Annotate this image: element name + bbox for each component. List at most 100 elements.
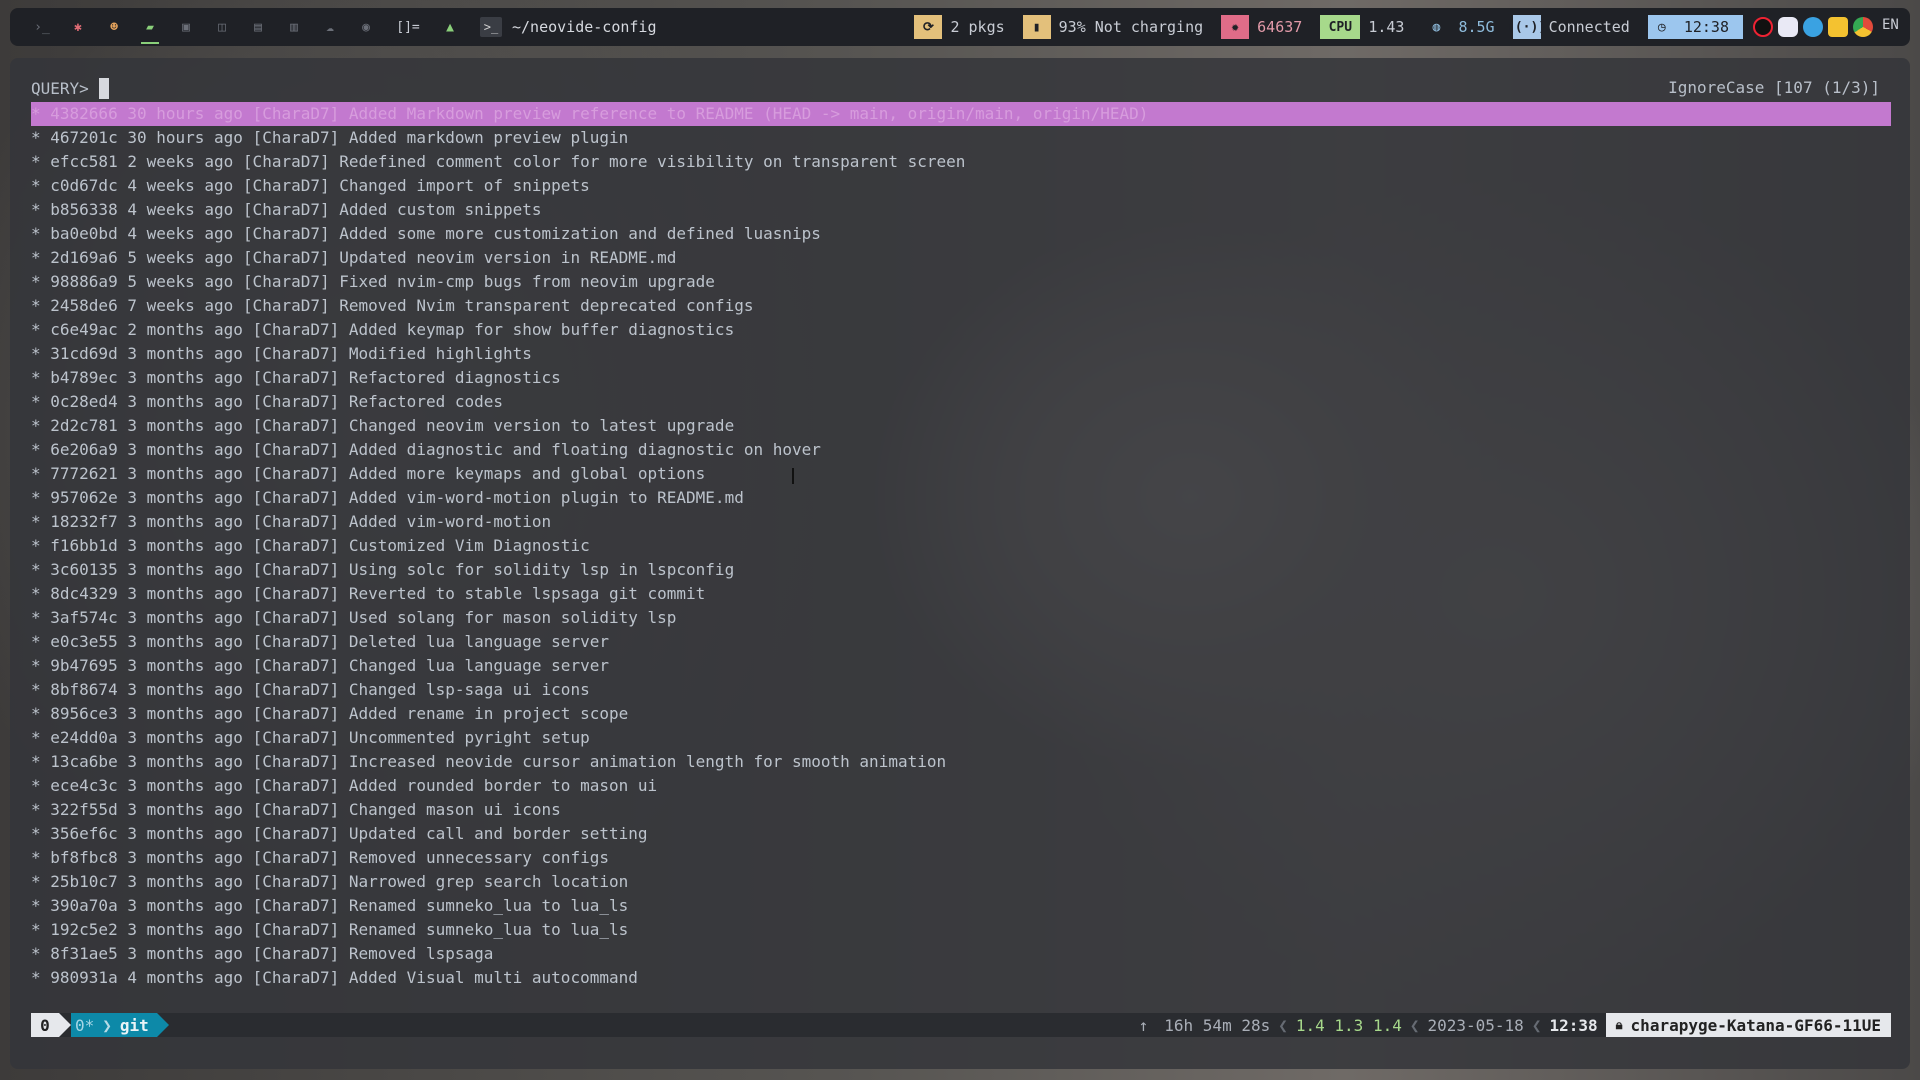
memory-module[interactable]: ◍ 8.5G [1422, 15, 1502, 39]
commit-row[interactable]: * b4789ec 3 months ago [CharaD7] Refacto… [31, 366, 1891, 390]
commit-row[interactable]: * 192c5e2 3 months ago [CharaD7] Renamed… [31, 918, 1891, 942]
commit-row[interactable]: * 2d169a6 5 weeks ago [CharaD7] Updated … [31, 246, 1891, 270]
commit-row[interactable]: * bf8fbc8 3 months ago [CharaD7] Removed… [31, 846, 1891, 870]
commit-row[interactable]: * ba0e0bd 4 weeks ago [CharaD7] Added so… [31, 222, 1891, 246]
commit-row[interactable]: * 0c28ed4 3 months ago [CharaD7] Refacto… [31, 390, 1891, 414]
package-count: 2 pkgs [950, 18, 1005, 36]
chrome-tray-icon[interactable] [1853, 17, 1873, 37]
clock-module[interactable]: ◷ 12:38 [1647, 15, 1743, 39]
commit-row[interactable]: * 322f55d 3 months ago [CharaD7] Changed… [31, 798, 1891, 822]
commit-row[interactable]: * 8bf8674 3 months ago [CharaD7] Changed… [31, 678, 1891, 702]
commit-row[interactable]: * 390a70a 3 months ago [CharaD7] Renamed… [31, 894, 1891, 918]
commit-row[interactable]: * 25b10c7 3 months ago [CharaD7] Narrowe… [31, 870, 1891, 894]
commit-row[interactable]: * e0c3e55 3 months ago [CharaD7] Deleted… [31, 630, 1891, 654]
query-label: QUERY> [31, 79, 89, 98]
tmux-window-name: git [119, 1015, 149, 1035]
wifi-icon: ((·)) [1507, 15, 1546, 39]
tmux-status-bar: 0 0* ❯ git ↑ 16h 54m 28s ❮ 1.4 1.3 1.4 ❮… [31, 1013, 1891, 1037]
temperature-value: 64637 [1257, 18, 1303, 36]
window-title: ~/neovide-config [512, 18, 657, 36]
memory-icon: ◍ [1432, 19, 1441, 35]
workspace-4-folder-icon[interactable]: ▰ [139, 16, 161, 44]
commit-row[interactable]: * e24dd0a 3 months ago [CharaD7] Uncomme… [31, 726, 1891, 750]
battery-status: 93% Not charging [1058, 18, 1204, 36]
workspace-3-icon[interactable]: ☻ [103, 16, 125, 38]
lock-icon: 🔒︎ [1615, 1017, 1623, 1033]
memory-value: 8.5G [1458, 18, 1495, 36]
commit-row[interactable]: * 13ca6be 3 months ago [CharaD7] Increas… [31, 750, 1891, 774]
network-module[interactable]: ((·)) Connected [1507, 15, 1638, 39]
commit-row[interactable]: * 9b47695 3 months ago [CharaD7] Changed… [31, 654, 1891, 678]
tmux-window-tab[interactable]: 0* ❯ git [71, 1013, 157, 1037]
query-prompt[interactable]: QUERY> [31, 78, 109, 99]
package-updates-module[interactable]: ⟳ 2 pkgs [914, 15, 1012, 39]
commit-row[interactable]: * 356ef6c 3 months ago [CharaD7] Updated… [31, 822, 1891, 846]
hostname-badge: 🔒︎ charapyge-Katana-GF66-11UE [1605, 1013, 1891, 1037]
workspace-9-cloud-icon[interactable]: ☁ [319, 16, 341, 38]
workspace-2-icon[interactable]: ✱ [67, 16, 89, 38]
telegram-tray-icon[interactable] [1803, 17, 1823, 37]
commit-row[interactable]: * f16bb1d 3 months ago [CharaD7] Customi… [31, 534, 1891, 558]
powerline-thin-separator: ❮ [1409, 1015, 1420, 1035]
battery-module[interactable]: ▮ 93% Not charging [1022, 15, 1212, 39]
commit-row[interactable]: * 3af574c 3 months ago [CharaD7] Used so… [31, 606, 1891, 630]
battery-icon: ▮ [1022, 15, 1051, 39]
cpu-module[interactable]: CPU 1.43 [1320, 15, 1412, 39]
powerline-thin-separator: ❮ [1531, 1015, 1542, 1035]
obs-tray-icon[interactable] [1753, 17, 1773, 37]
commit-row[interactable]: * c0d67dc 4 weeks ago [CharaD7] Changed … [31, 174, 1891, 198]
commit-row[interactable]: * 18232f7 3 months ago [CharaD7] Added v… [31, 510, 1891, 534]
commit-row[interactable]: * 980931a 4 months ago [CharaD7] Added V… [31, 966, 1891, 990]
clock-time: 12:38 [1683, 18, 1729, 36]
workspace-6-icon[interactable]: ◫ [211, 16, 233, 38]
cpu-value: 1.43 [1368, 18, 1405, 36]
discord-tray-icon[interactable] [1778, 17, 1798, 37]
commit-row[interactable]: * c6e49ac 2 months ago [CharaD7] Added k… [31, 318, 1891, 342]
load-average: 1.4 1.3 1.4 [1295, 1015, 1402, 1035]
layout-indicator[interactable]: []= [391, 16, 425, 38]
workspace-5-icon[interactable]: ▣ [175, 16, 197, 38]
package-icon: ⟳ [914, 15, 943, 39]
gear-icon: ✹ [1221, 15, 1250, 39]
temperature-module[interactable]: ✹ 64637 [1221, 15, 1310, 39]
commit-row[interactable]: * 8dc4329 3 months ago [CharaD7] Reverte… [31, 582, 1891, 606]
commit-row[interactable]: * b856338 4 weeks ago [CharaD7] Added cu… [31, 198, 1891, 222]
cpu-label: CPU [1320, 15, 1361, 39]
commit-row[interactable]: * efcc581 2 weeks ago [CharaD7] Redefine… [31, 150, 1891, 174]
commit-row[interactable]: * 8956ce3 3 months ago [CharaD7] Added r… [31, 702, 1891, 726]
powerline-thin-separator: ❮ [1278, 1015, 1288, 1035]
commit-row[interactable]: * 98886a9 5 weeks ago [CharaD7] Fixed nv… [31, 270, 1891, 294]
commit-row[interactable]: * 7772621 3 months ago [CharaD7] Added m… [31, 462, 1891, 486]
tmux-session[interactable]: 0 [31, 1013, 59, 1037]
network-status: Connected [1548, 18, 1630, 36]
workspace-7-icon[interactable]: ▤ [247, 16, 269, 38]
commit-row-selected[interactable]: * 4382666 30 hours ago [CharaD7] Added M… [31, 102, 1891, 126]
uptime-arrow-icon: ↑ [1138, 1015, 1149, 1035]
powerline-separator [59, 1013, 71, 1037]
terminal-window-icon: >_ [480, 17, 502, 37]
filter-status: IgnoreCase [107 (1/3)] [1668, 78, 1880, 97]
terminal-window[interactable]: QUERY> IgnoreCase [107 (1/3)] * 4382666 … [10, 58, 1910, 1069]
workspace-10-chat-icon[interactable]: ◉ [355, 16, 377, 38]
commit-row[interactable]: * ece4c3c 3 months ago [CharaD7] Added r… [31, 774, 1891, 798]
keyboard-layout[interactable]: EN [1882, 17, 1902, 37]
workspace-8-icon[interactable]: ▥ [283, 16, 305, 38]
commit-list: * 4382666 30 hours ago [CharaD7] Added M… [31, 102, 1891, 990]
notes-tray-icon[interactable] [1828, 17, 1848, 37]
commit-row[interactable]: * 467201c 30 hours ago [CharaD7] Added m… [31, 126, 1891, 150]
clock-icon: ◷ [1657, 19, 1666, 35]
commit-row[interactable]: * 2458de6 7 weeks ago [CharaD7] Removed … [31, 294, 1891, 318]
commit-row[interactable]: * 31cd69d 3 months ago [CharaD7] Modifie… [31, 342, 1891, 366]
commit-row[interactable]: * 3c60135 3 months ago [CharaD7] Using s… [31, 558, 1891, 582]
uptime-value: 16h 54m 28s [1164, 1015, 1271, 1035]
workspace-terminal-icon[interactable]: ›_ [31, 16, 53, 38]
commit-row[interactable]: * 2d2c781 3 months ago [CharaD7] Changed… [31, 414, 1891, 438]
top-bar: ›_ ✱ ☻ ▰ ▣ ◫ ▤ ▥ ☁ ◉ []= ▲ >_ ~/neovide-… [10, 8, 1910, 46]
commit-row[interactable]: * 8f31ae5 3 months ago [CharaD7] Removed… [31, 942, 1891, 966]
commit-row[interactable]: * 6e206a9 3 months ago [CharaD7] Added d… [31, 438, 1891, 462]
status-date: 2023-05-18 [1427, 1015, 1524, 1035]
powerline-thin-separator: ❯ [102, 1015, 112, 1035]
commit-row[interactable]: * 957062e 3 months ago [CharaD7] Added v… [31, 486, 1891, 510]
mouse-ibeam-cursor [792, 468, 796, 484]
text-cursor [98, 78, 109, 99]
